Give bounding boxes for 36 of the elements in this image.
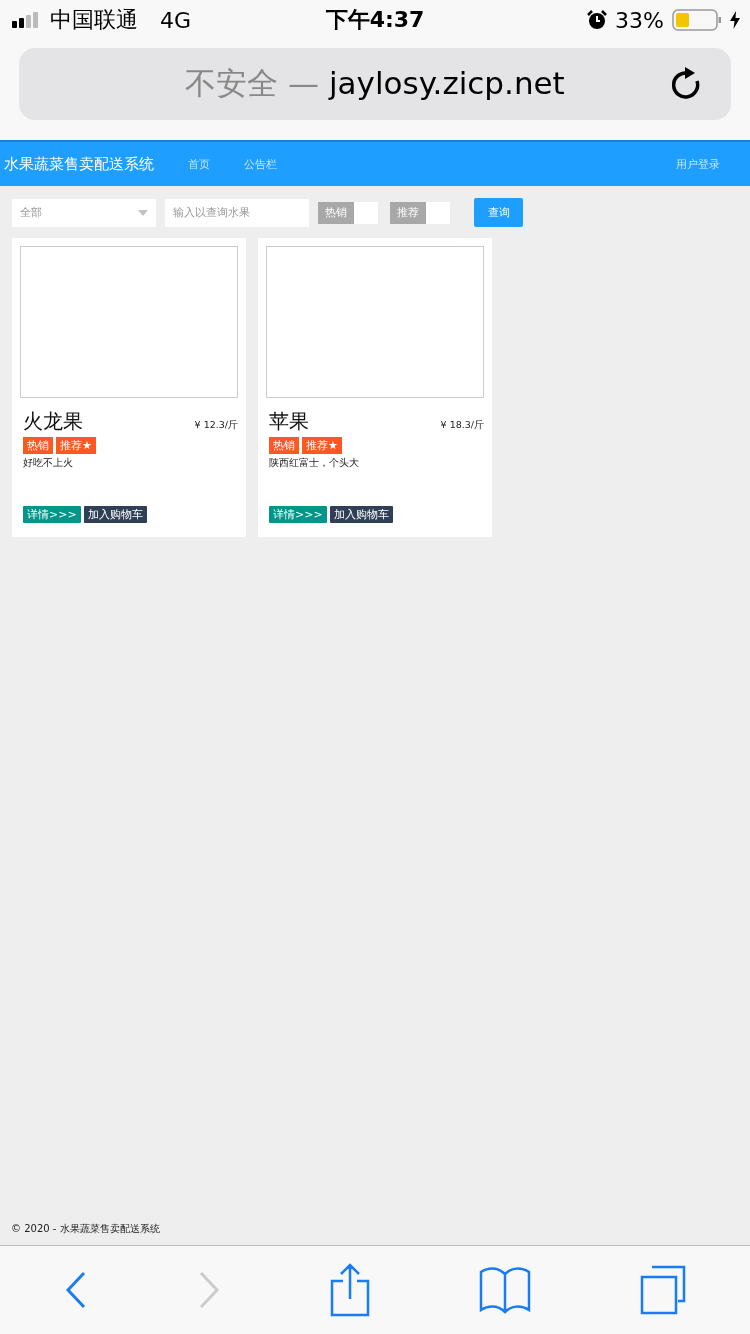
product-tag: 推荐★ <box>302 437 342 454</box>
site-title[interactable]: 水果蔬菜售卖配送系统 <box>0 154 154 174</box>
domain-text: jaylosy.zicp.net <box>328 65 565 101</box>
network-type: 4G <box>160 7 192 33</box>
security-label: 不安全 — <box>185 65 320 101</box>
address-bar[interactable]: 不安全 — jaylosy.zicp.net <box>19 48 731 120</box>
details-button[interactable]: 详情>>> <box>269 506 327 523</box>
product-tag: 热销 <box>23 437 53 454</box>
caret-icon <box>138 209 148 216</box>
add-to-cart-button[interactable]: 加入购物车 <box>329 506 393 523</box>
product-price: ¥ 18.3/斤 <box>440 419 484 432</box>
product-price: ¥ 12.3/斤 <box>194 419 238 432</box>
query-button[interactable]: 查询 <box>474 198 523 227</box>
product-name: 苹果 <box>269 408 309 435</box>
add-to-cart-button[interactable]: 加入购物车 <box>83 506 147 523</box>
tabs-icon[interactable] <box>639 1265 686 1315</box>
search-field[interactable]: 输入以查询水果 <box>165 198 309 227</box>
book-icon[interactable] <box>478 1266 531 1314</box>
clock-time: 下午4:37 <box>325 6 425 34</box>
login-link[interactable]: 用户登录 <box>676 156 720 172</box>
share-icon[interactable] <box>330 1263 370 1317</box>
product-tag: 推荐★ <box>56 437 96 454</box>
nav-link[interactable]: 公告栏 <box>244 156 277 172</box>
carrier-name: 中国联通 <box>50 6 138 34</box>
battery-icon <box>672 9 722 31</box>
product-description: 好吃不上火 <box>22 456 74 470</box>
footer-text: © 2020 - 水果蔬菜售卖配送系统 <box>11 1222 160 1236</box>
category-select[interactable]: 全部 <box>12 198 156 227</box>
product-name: 火龙果 <box>23 408 83 435</box>
charging-icon <box>730 11 740 29</box>
battery-percent: 33% <box>615 7 664 33</box>
nav-link[interactable]: 首页 <box>188 156 210 172</box>
details-button[interactable]: 详情>>> <box>23 506 81 523</box>
product-description: 陕西红富士，个头大 <box>268 456 360 470</box>
alarm-icon <box>587 10 608 30</box>
product-tag: 热销 <box>269 437 299 454</box>
